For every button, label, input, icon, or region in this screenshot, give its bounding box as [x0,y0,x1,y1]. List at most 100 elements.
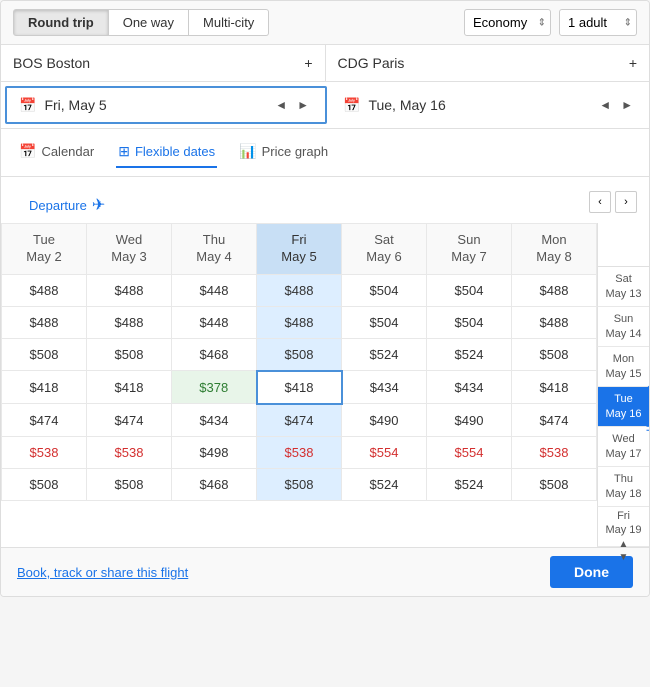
price-cell[interactable]: $488 [512,274,597,306]
price-cell[interactable]: $508 [257,468,342,500]
scroll-btns: ▲ ▼ [619,538,629,564]
return-date-tue-may16[interactable]: TueMay 16 [597,387,649,427]
departure-prev-arrow[interactable]: ◄ [271,96,291,114]
col-header-3[interactable]: FriMay 5 [257,224,342,275]
flexible-dates-icon: ⊞ [118,143,130,160]
price-cell[interactable]: $448 [172,274,257,306]
price-cell[interactable]: $474 [2,404,87,437]
price-cell[interactable]: $448 [172,306,257,338]
view-tabs-row: 📅 Calendar ⊞ Flexible dates 📊 Price grap… [1,129,649,177]
price-cell[interactable]: $554 [427,436,512,468]
price-cell[interactable]: $434 [172,404,257,437]
price-cell[interactable]: $508 [87,338,172,371]
price-cell[interactable]: $488 [512,306,597,338]
price-cell[interactable]: $488 [2,306,87,338]
price-cell[interactable]: $524 [427,338,512,371]
economy-select-wrapper: Economy Business First [464,9,551,36]
price-cell[interactable]: $418 [2,371,87,404]
price-cell[interactable]: $434 [342,371,427,404]
departure-next-arrow[interactable]: ► [293,96,313,114]
destination-field[interactable]: CDG Paris + [326,45,650,81]
price-cell[interactable]: $488 [87,274,172,306]
price-cell[interactable]: $474 [87,404,172,437]
return-date-mon-may15[interactable]: MonMay 15 [597,347,649,387]
return-rows: SatMay 13 SunMay 14 MonMay 15 TueMay 16 … [597,267,649,547]
price-cell[interactable]: $504 [427,306,512,338]
tab-calendar[interactable]: 📅 Calendar [17,137,96,168]
airport-row: BOS Boston + CDG Paris + [1,45,649,82]
col-header-0[interactable]: TueMay 2 [2,224,87,275]
bottom-link[interactable]: Book, track or share this flight [17,565,188,580]
price-cell[interactable]: $508 [2,338,87,371]
price-cell[interactable]: $538 [2,436,87,468]
price-cell[interactable]: $538 [512,436,597,468]
price-cell[interactable]: $418 [87,371,172,404]
adults-select-wrapper: 1 adult 2 adults 3 adults [559,9,637,36]
col-header-2[interactable]: ThuMay 4 [172,224,257,275]
col-header-5[interactable]: SunMay 7 [427,224,512,275]
price-cell[interactable]: $524 [427,468,512,500]
price-cell[interactable]: $508 [512,338,597,371]
col-header-4[interactable]: SatMay 6 [342,224,427,275]
return-date-label: FriMay 19 [605,509,641,538]
scroll-down-btn[interactable]: ▼ [619,551,629,564]
grid-prev-btn[interactable]: ‹ [589,191,611,213]
departure-label: Departure ✈ [13,185,121,219]
price-cell[interactable]: $508 [257,338,342,371]
price-cell[interactable]: $490 [342,404,427,437]
col-header-1[interactable]: WedMay 3 [87,224,172,275]
price-cell[interactable]: $524 [342,338,427,371]
tab-price-graph[interactable]: 📊 Price graph [237,137,330,168]
price-cell[interactable]: $474 [257,404,342,437]
return-vertical-label: ✈ Return [643,382,650,431]
tab-flexible-dates[interactable]: ⊞ Flexible dates [116,137,217,168]
price-cell[interactable]: $488 [257,306,342,338]
price-cell[interactable]: $508 [2,468,87,500]
origin-plus[interactable]: + [304,55,312,71]
return-date-sun-may14[interactable]: SunMay 14 [597,307,649,347]
col-header-6[interactable]: MonMay 8 [512,224,597,275]
return-date-text: Tue, May 16 [368,97,445,113]
price-cell[interactable]: $554 [342,436,427,468]
origin-field[interactable]: BOS Boston + [1,45,326,81]
price-cell[interactable]: $538 [87,436,172,468]
departure-date-left: 📅 Fri, May 5 [19,97,107,114]
price-cell[interactable]: $418 [512,371,597,404]
flight-search-container: Round trip One way Multi-city Economy Bu… [0,0,650,597]
price-cell[interactable]: $504 [342,306,427,338]
economy-select[interactable]: Economy Business First [464,9,551,36]
price-cell[interactable]: $538 [257,436,342,468]
return-date-wed-may17[interactable]: WedMay 17 [597,427,649,467]
price-cell[interactable]: $504 [427,274,512,306]
price-cell[interactable]: $490 [427,404,512,437]
price-cell[interactable]: $498 [172,436,257,468]
price-cell[interactable]: $434 [427,371,512,404]
return-next-arrow[interactable]: ► [617,96,637,114]
return-date-sat-may13[interactable]: SatMay 13 [597,267,649,307]
grid-next-btn[interactable]: › [615,191,637,213]
destination-plus[interactable]: + [629,55,637,71]
return-date-fri-may19[interactable]: FriMay 19 ▲ ▼ [597,507,649,547]
table-row: $488 $488 $448 $488 $504 $504 $488 [2,274,597,306]
price-cell[interactable]: $508 [87,468,172,500]
price-cell[interactable]: $468 [172,468,257,500]
return-date-thu-may18[interactable]: ThuMay 18 [597,467,649,507]
adults-select[interactable]: 1 adult 2 adults 3 adults [559,9,637,36]
tab-multi-city[interactable]: Multi-city [189,9,269,36]
price-cell[interactable]: $468 [172,338,257,371]
price-cell-best[interactable]: $378 [172,371,257,404]
return-date-field[interactable]: 📅 Tue, May 16 ◄ ► [331,82,649,128]
price-cell[interactable]: $508 [512,468,597,500]
return-prev-arrow[interactable]: ◄ [595,96,615,114]
price-cell[interactable]: $504 [342,274,427,306]
price-cell[interactable]: $524 [342,468,427,500]
price-cell-selected[interactable]: $418 [257,371,342,404]
price-cell[interactable]: $488 [87,306,172,338]
tab-one-way[interactable]: One way [109,9,189,36]
departure-date-field[interactable]: 📅 Fri, May 5 ◄ ► [5,86,327,124]
price-cell[interactable]: $488 [2,274,87,306]
scroll-up-btn[interactable]: ▲ [619,538,629,551]
price-cell[interactable]: $488 [257,274,342,306]
tab-round-trip[interactable]: Round trip [13,9,109,36]
price-cell[interactable]: $474 [512,404,597,437]
